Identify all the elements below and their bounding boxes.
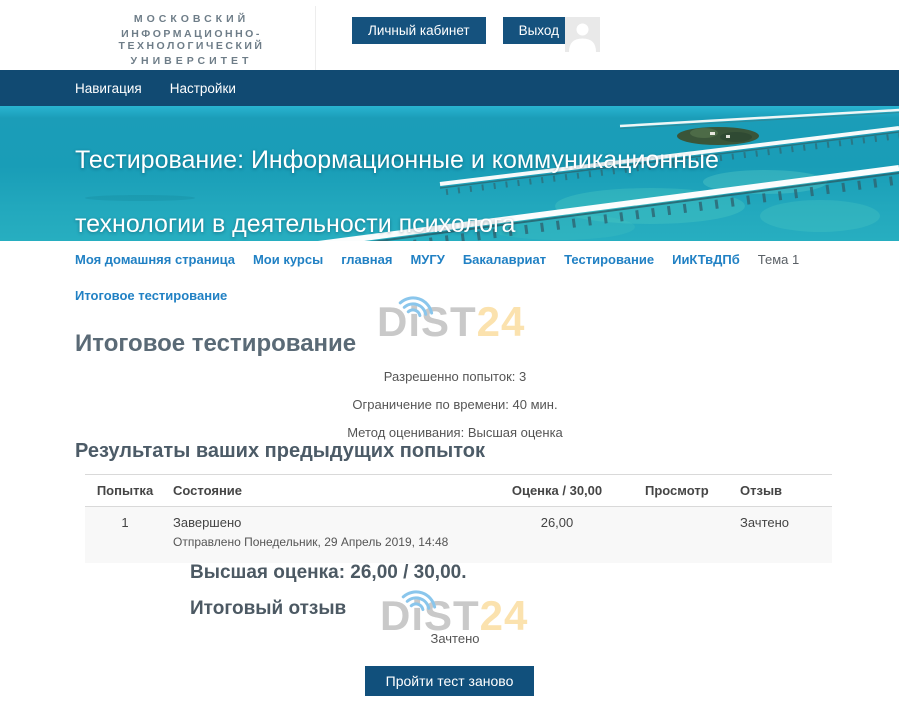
user-avatar[interactable] xyxy=(565,17,600,52)
time-limit: Ограничение по времени: 40 мин. xyxy=(75,397,835,412)
attempts-table: Попытка Состояние Оценка / 30,00 Просмот… xyxy=(85,474,832,563)
personal-cabinet-button[interactable]: Личный кабинет xyxy=(352,17,486,44)
nav-item-navigation[interactable]: Навигация xyxy=(75,81,142,96)
nav-item-settings[interactable]: Настройки xyxy=(170,81,236,96)
table-header-row: Попытка Состояние Оценка / 30,00 Просмот… xyxy=(85,475,832,507)
logo-line-3: УНИВЕРСИТЕТ xyxy=(68,55,315,67)
retake-quiz-button[interactable]: Пройти тест заново xyxy=(365,666,535,696)
breadcrumb-my-home[interactable]: Моя домашняя страница xyxy=(75,252,235,267)
grading-method: Метод оценивания: Высшая оценка xyxy=(75,425,835,440)
cell-feedback: Зачтено xyxy=(732,507,832,564)
retake-button-container: Пройти тест заново xyxy=(0,666,899,696)
header-attempt: Попытка xyxy=(85,475,165,507)
cell-review xyxy=(637,507,732,564)
final-feedback-heading: Итоговый отзыв xyxy=(190,598,346,620)
final-feedback-value: Зачтено xyxy=(75,631,835,646)
logo-line-2: ИНФОРМАЦИОННО-ТЕХНОЛОГИЧЕСКИЙ xyxy=(68,28,315,52)
header-review: Просмотр xyxy=(637,475,732,507)
breadcrumb-mugu[interactable]: МУГУ xyxy=(410,252,444,267)
breadcrumb-my-courses[interactable]: Мои курсы xyxy=(253,252,323,267)
cell-grade: 26,00 xyxy=(477,507,637,564)
breadcrumb-final-test[interactable]: Итоговое тестирование xyxy=(75,288,227,303)
header-feedback: Отзыв xyxy=(732,475,832,507)
dist24-watermark: DiST24 xyxy=(380,581,528,637)
state-detail: Отправлено Понедельник, 29 Апрель 2019, … xyxy=(173,535,469,549)
dist24-watermark: DiST24 xyxy=(377,287,525,343)
header-buttons: Личный кабинет Выход xyxy=(352,17,575,44)
wifi-arcs-icon xyxy=(396,581,440,613)
state-label: Завершено xyxy=(173,515,469,530)
results-heading: Результаты ваших предыдущих попыток xyxy=(75,440,485,463)
header-state: Состояние xyxy=(165,475,477,507)
wifi-arcs-icon xyxy=(393,287,437,319)
breadcrumb-testing[interactable]: Тестирование xyxy=(564,252,654,267)
course-hero-banner: Тестирование: Информационные и коммуника… xyxy=(0,106,899,241)
cell-state: Завершено Отправлено Понедельник, 29 Апр… xyxy=(165,507,477,564)
breadcrumb-main[interactable]: главная xyxy=(341,252,392,267)
breadcrumb-bachelor[interactable]: Бакалавриат xyxy=(463,252,546,267)
header-grade: Оценка / 30,00 xyxy=(477,475,637,507)
course-title: Тестирование: Информационные и коммуника… xyxy=(75,128,753,241)
page-title: Итоговое тестирование xyxy=(75,330,356,358)
table-row: 1 Завершено Отправлено Понедельник, 29 А… xyxy=(85,507,832,564)
breadcrumb-course-code[interactable]: ИиКТвДПб xyxy=(672,252,740,267)
attempts-allowed: Разрешенно попыток: 3 xyxy=(75,369,835,384)
cell-attempt: 1 xyxy=(85,507,165,564)
site-header: МОСКОВСКИЙ ИНФОРМАЦИОННО-ТЕХНОЛОГИЧЕСКИЙ… xyxy=(0,0,899,70)
main-navbar: Навигация Настройки xyxy=(0,70,899,106)
logo-line-1: МОСКОВСКИЙ xyxy=(68,13,315,25)
user-silhouette-icon xyxy=(565,17,600,52)
breadcrumb-topic-1: Тема 1 xyxy=(758,252,799,267)
